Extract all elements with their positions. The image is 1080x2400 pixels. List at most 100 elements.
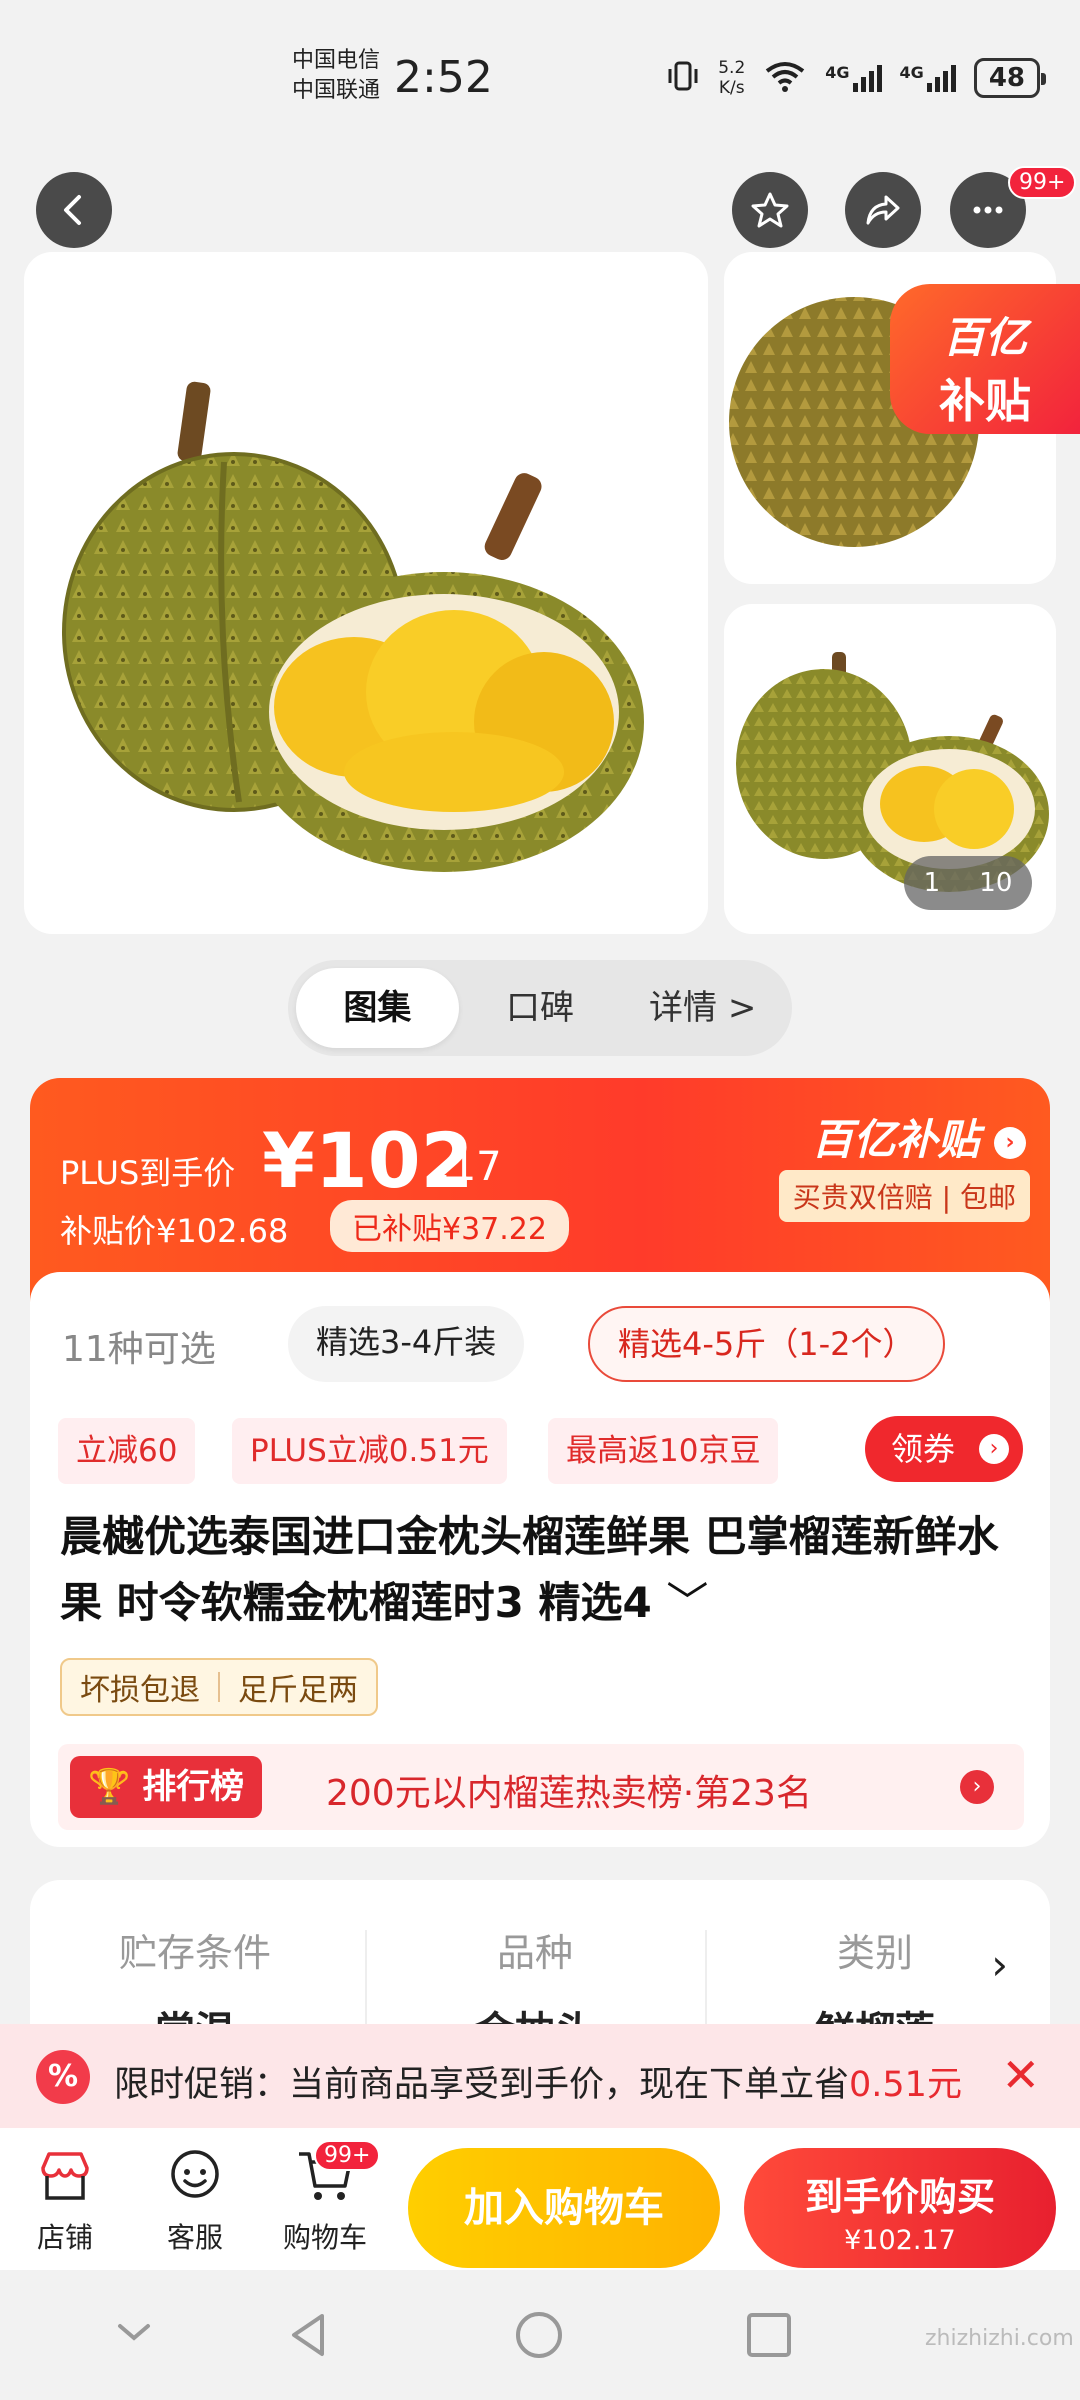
chevron-right-icon: › <box>979 1434 1009 1464</box>
store-icon <box>41 2152 89 2200</box>
coupon-label: 领券 <box>891 1430 956 1468</box>
carrier-info: 中国电信 中国联通 <box>292 46 380 106</box>
product-title[interactable]: 晨樾优选泰国进口金枕头榴莲鲜果 巴掌榴莲新鲜水果 时令软糯金枕榴莲时3 精选4 … <box>60 1504 1030 1636</box>
gallery-tabs: 图集 口碑 详情 > <box>288 960 792 1056</box>
battery-indicator: 48 <box>973 58 1047 98</box>
subsidy-corner-badge: 百亿 补贴 <box>890 284 1080 434</box>
square-recents-icon <box>747 2313 791 2357</box>
divider <box>365 1930 367 2030</box>
ranking-text: 200元以内榴莲热卖榜·第23名 <box>326 1773 812 1814</box>
variant-count: 11种可选 <box>62 1329 216 1370</box>
product-title-text: 晨樾优选泰国进口金枕头榴莲鲜果 巴掌榴莲新鲜水果 时令软糯金枕榴莲时3 精选4 <box>60 1512 999 1627</box>
divider <box>705 1930 707 2030</box>
signal-icon-1: 4G <box>825 63 882 93</box>
speed-value: 5.2 <box>718 58 746 78</box>
spec-key: 品种 <box>496 1931 573 1975</box>
durian-image <box>62 381 644 872</box>
percent-icon: % <box>36 2050 90 2104</box>
ranking-badge: 🏆 排行榜 <box>70 1756 263 1818</box>
star-icon <box>751 192 789 228</box>
signal-icon-2: 4G <box>900 63 956 93</box>
chat-smile-icon <box>171 2150 219 2198</box>
favorite-button[interactable] <box>732 172 808 248</box>
subsidy-corner-line2: 补贴 <box>939 374 1031 428</box>
plus-price-decimal: .17 <box>438 1144 502 1190</box>
status-icons: 5.2 K/s 4G 4G 48 <box>666 58 1047 98</box>
back-button[interactable] <box>36 172 112 248</box>
nav-collapse-button[interactable] <box>112 2310 156 2358</box>
store-label: 店铺 <box>36 2221 93 2254</box>
share-icon <box>866 195 900 225</box>
system-nav-bar <box>0 2270 1080 2400</box>
service-label: 客服 <box>166 2221 223 2254</box>
more-badge: 99+ <box>1008 166 1077 199</box>
tab-gallery[interactable]: 图集 <box>296 968 459 1048</box>
cart-count-badge: 99+ <box>314 2140 381 2171</box>
customer-service-button[interactable]: 客服 <box>140 2146 250 2256</box>
buy-now-price: ¥102.17 <box>844 2225 956 2256</box>
share-button[interactable] <box>845 172 921 248</box>
counter-current: 1 <box>923 868 941 898</box>
promo-tag: PLUS立减0.51元 <box>232 1418 507 1484</box>
add-to-cart-button[interactable]: 加入购物车 <box>408 2148 720 2268</box>
product-info-card: 11种可选 精选3-4斤装 精选4-5斤（1-2个） 立减60 PLUS立减0.… <box>30 1272 1050 1847</box>
promo-tag: 立减60 <box>58 1418 196 1484</box>
guarantee-badges: 坏损包退 足斤足两 <box>60 1658 378 1716</box>
cart-label: 购物车 <box>282 2221 367 2254</box>
guarantee-item: 坏损包退 <box>80 1673 200 1708</box>
subsidy-price: 补贴价¥102.68 <box>60 1212 289 1250</box>
promo-saving-amount: 0.51元 <box>849 2065 962 2105</box>
nav-recents-button[interactable] <box>744 2310 794 2364</box>
net-type-1: 4G <box>825 63 850 82</box>
billion-subsidy-label: 百亿补贴 <box>811 1115 980 1164</box>
status-bar: 中国电信 中国联通 2:52 5.2 K/s 4G 4G 48 <box>0 0 1080 150</box>
chevron-down-icon <box>118 2324 150 2341</box>
circle-home-icon <box>516 2312 562 2358</box>
counter-total: 10 <box>979 868 1013 898</box>
ranking-row[interactable]: 🏆 排行榜 200元以内榴莲热卖榜·第23名 › <box>58 1744 1024 1830</box>
nav-home-button[interactable] <box>514 2310 564 2364</box>
variant-option-selected[interactable]: 精选4-5斤（1-2个） <box>588 1306 945 1382</box>
variant-option[interactable]: 精选3-4斤装 <box>288 1306 525 1382</box>
tab-details[interactable]: 详情 > <box>621 968 784 1048</box>
chevron-right-icon: › <box>994 1126 1026 1159</box>
chevron-right-icon[interactable]: › <box>991 1940 1008 1989</box>
carrier-1: 中国电信 <box>292 48 381 73</box>
plus-price-label: PLUS到手价 <box>60 1154 236 1192</box>
nav-back-button[interactable] <box>284 2310 334 2364</box>
guarantee-item: 足斤足两 <box>238 1673 358 1708</box>
promo-message: 限时促销：当前商品享受到手价，现在下单立省0.51元 <box>114 2056 962 2107</box>
chevron-down-icon: ﹀ <box>666 1578 709 1627</box>
guarantee-tag: 买贵双倍赔 | 包邮 <box>778 1170 1030 1222</box>
chevron-right-icon: › <box>960 1770 994 1804</box>
wifi-icon <box>763 59 807 98</box>
buy-now-button[interactable]: 到手价购买 ¥102.17 <box>744 2148 1056 2268</box>
ranking-badge-label: 排行榜 <box>142 1767 245 1807</box>
limited-promo-bar: % 限时促销：当前商品享受到手价，现在下单立省0.51元 ✕ <box>0 2024 1080 2128</box>
speed-unit: K/s <box>718 78 745 98</box>
buy-now-label: 到手价购买 <box>804 2175 995 2219</box>
close-icon[interactable]: ✕ <box>1001 2048 1040 2102</box>
net-type-2: 4G <box>899 63 924 82</box>
subsidy-amount-tag: 已补贴¥37.22 <box>330 1200 569 1252</box>
more-dots-icon <box>973 206 1003 214</box>
trophy-icon: 🏆 <box>88 1767 131 1807</box>
net-speed: 5.2 K/s <box>718 58 745 98</box>
carrier-2: 中国联通 <box>292 78 381 103</box>
promo-tag: 最高返10京豆 <box>548 1418 779 1484</box>
spec-key: 贮存条件 <box>118 1931 271 1975</box>
main-product-image[interactable] <box>24 252 708 934</box>
image-counter: 1 10 <box>904 856 1032 910</box>
billion-subsidy-link[interactable]: 百亿补贴 › <box>811 1106 1026 1167</box>
store-button[interactable]: 店铺 <box>10 2146 120 2256</box>
triangle-back-icon <box>292 2314 324 2356</box>
get-coupon-button[interactable]: 领券 › <box>865 1416 1023 1482</box>
tab-reviews[interactable]: 口碑 <box>459 968 622 1048</box>
vibrate-icon <box>666 59 700 98</box>
chevron-left-icon <box>64 195 81 225</box>
divider <box>218 1672 220 1702</box>
promo-message-text: 限时促销：当前商品享受到手价，现在下单立省 <box>114 2065 850 2105</box>
watermark: zhizhizhi.com <box>925 2326 1074 2351</box>
subsidy-corner-line1: 百亿 <box>942 313 1027 362</box>
clock: 2:52 <box>394 52 493 103</box>
